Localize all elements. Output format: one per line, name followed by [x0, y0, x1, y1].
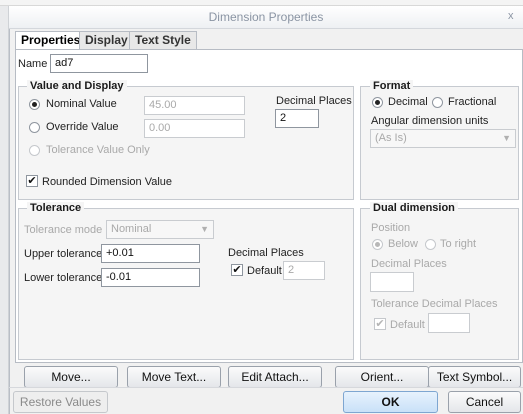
tolerance-default-field[interactable]: 2 [283, 261, 325, 280]
fractional-label: Fractional [448, 96, 497, 108]
rounded-dimension-checkbox[interactable]: ✔ [26, 175, 38, 187]
dual-dimension-title: Dual dimension [370, 202, 458, 214]
name-field[interactable]: ad7 [50, 54, 148, 73]
format-title: Format [370, 80, 414, 92]
tolerance-mode-select[interactable]: Nominal ▼ [106, 220, 214, 239]
upper-tolerance-field[interactable]: +0.01 [101, 244, 200, 263]
angular-units-label: Angular dimension units [371, 115, 489, 127]
tolerance-mode-label: Tolerance mode [24, 224, 103, 236]
dual-default-label: Default [390, 319, 425, 331]
dual-decimal-places-label: Decimal Places [371, 258, 447, 270]
decimal-radio[interactable] [372, 97, 383, 108]
chevron-down-icon: ▼ [200, 224, 209, 234]
orient-button[interactable]: Orient... [335, 366, 429, 388]
tolerance-decimal-places-label: Decimal Places [228, 247, 304, 259]
dual-default-field[interactable] [428, 313, 470, 333]
close-icon[interactable]: x [508, 10, 514, 22]
tolerance-title: Tolerance [27, 202, 85, 214]
nominal-value-field[interactable]: 45.00 [144, 96, 245, 115]
tab-text-style[interactable]: Text Style [129, 31, 197, 49]
tolerance-only-label: Tolerance Value Only [46, 144, 150, 156]
tolerance-only-radio[interactable] [29, 145, 40, 156]
window-title: Dimension Properties [208, 10, 324, 24]
tab-display[interactable]: Display [79, 31, 134, 49]
edit-attach-button[interactable]: Edit Attach... [228, 366, 322, 388]
angular-units-select[interactable]: (As Is) ▼ [370, 129, 516, 148]
dual-default-checkbox[interactable]: ✔ [374, 318, 386, 330]
rounded-dimension-label: Rounded Dimension Value [42, 176, 173, 188]
lower-tolerance-field[interactable]: -0.01 [101, 268, 200, 287]
override-value-label: Override Value [46, 121, 119, 133]
tolerance-default-label: Default [247, 265, 282, 277]
tab-properties[interactable]: Properties [15, 31, 87, 50]
override-value-field[interactable]: 0.00 [144, 119, 245, 138]
move-text-button[interactable]: Move Text... [127, 366, 221, 388]
restore-values-button[interactable]: Restore Values [13, 391, 108, 413]
angular-units-value: (As Is) [375, 132, 407, 144]
nominal-value-radio[interactable] [29, 99, 40, 110]
tolerance-mode-value: Nominal [111, 223, 152, 235]
ok-button[interactable]: OK [343, 391, 438, 413]
left-gutter [0, 6, 9, 414]
chevron-down-icon: ▼ [502, 133, 511, 143]
name-label: Name [18, 58, 48, 70]
footer-divider [9, 387, 523, 388]
nominal-value-label: Nominal Value [46, 98, 117, 110]
to-right-radio[interactable] [425, 239, 436, 250]
dual-decimal-places-field[interactable] [370, 272, 414, 292]
cancel-button[interactable]: Cancel [448, 391, 521, 413]
override-value-radio[interactable] [29, 122, 40, 133]
value-display-title: Value and Display [27, 80, 127, 92]
below-label: Below [388, 238, 418, 250]
fractional-radio[interactable] [432, 97, 443, 108]
text-symbol-button[interactable]: Text Symbol... [428, 366, 521, 388]
tolerance-default-checkbox[interactable]: ✔ [231, 264, 243, 276]
to-right-label: To right [440, 238, 477, 250]
decimal-places-field[interactable]: 2 [275, 109, 319, 128]
position-label: Position [371, 222, 411, 234]
below-radio[interactable] [372, 239, 383, 250]
move-button[interactable]: Move... [24, 366, 118, 388]
decimal-places-label: Decimal Places [276, 95, 352, 107]
upper-tolerance-label: Upper tolerance [24, 248, 103, 260]
dual-tolerance-decimal-label: Tolerance Decimal Places [371, 298, 498, 310]
lower-tolerance-label: Lower tolerance [24, 272, 103, 284]
decimal-label: Decimal [388, 96, 428, 108]
